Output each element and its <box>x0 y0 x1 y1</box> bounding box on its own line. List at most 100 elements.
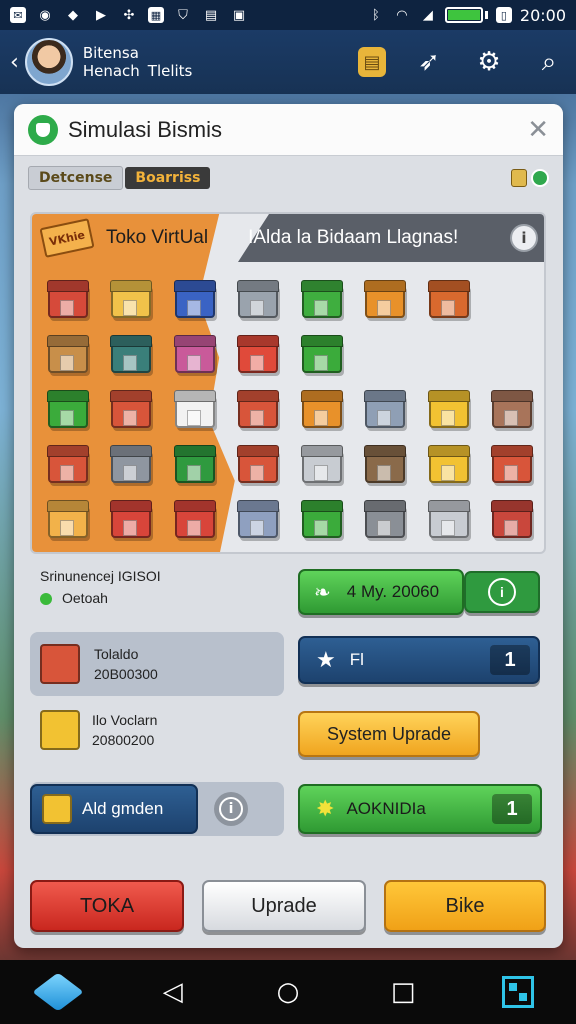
shop-icon <box>47 283 88 318</box>
machine-icon <box>111 449 152 484</box>
store-item-box[interactable] <box>40 497 96 546</box>
back-icon[interactable]: ◁ <box>153 972 193 1012</box>
fl-label: Fl <box>349 650 364 669</box>
store-info-button[interactable]: i <box>510 224 538 252</box>
van-icon <box>174 283 215 318</box>
stand-icon <box>365 283 406 318</box>
total-panel: Tolaldo 20B00300 <box>30 632 284 696</box>
house-icon <box>238 338 279 373</box>
crate-icon <box>47 393 88 428</box>
store-item-house[interactable] <box>231 331 287 380</box>
fl-count: 1 <box>490 645 530 675</box>
info-icon: i <box>488 578 516 606</box>
total-value: 20B00300 <box>94 666 158 682</box>
qr-icon[interactable] <box>498 972 538 1012</box>
store-item-basket[interactable] <box>421 276 477 325</box>
system-upgrade-button[interactable]: System Uprade <box>298 711 480 757</box>
store-title: Toko VirtUal <box>106 227 209 248</box>
stats-sub: Oetoah <box>62 590 108 606</box>
store-item-shop[interactable] <box>104 331 160 380</box>
store-item-crate[interactable] <box>485 386 541 435</box>
store-item-printer[interactable] <box>167 386 223 435</box>
store-item-house[interactable] <box>40 442 96 491</box>
search-icon[interactable]: ⌕ <box>532 45 566 79</box>
tab-business[interactable]: Boarriss <box>125 167 211 189</box>
gear-icon[interactable]: ⚙ <box>472 45 506 79</box>
store-item-van[interactable] <box>167 331 223 380</box>
cart-icon <box>365 449 406 484</box>
store-item-stand[interactable] <box>358 276 414 325</box>
user-subtitle: Henach <box>82 62 140 80</box>
store-item-trolley[interactable] <box>231 497 287 546</box>
add-garden-button[interactable]: Ald gmden <box>30 784 198 834</box>
store-item-car[interactable] <box>485 497 541 546</box>
store-item-trolley[interactable] <box>358 497 414 546</box>
grid-icon: ▦ <box>148 7 164 23</box>
store-item-shop[interactable] <box>104 386 160 435</box>
bike-button[interactable]: Bike <box>384 880 546 932</box>
store-item-truck[interactable] <box>104 497 160 546</box>
store-item-van[interactable] <box>167 276 223 325</box>
store-item-machine[interactable] <box>104 442 160 491</box>
store-item-box[interactable] <box>40 331 96 380</box>
store-item-truck[interactable] <box>294 276 350 325</box>
scroll-icon[interactable]: ▤ <box>358 47 386 77</box>
home-icon[interactable]: ○ <box>268 972 308 1012</box>
status-dot-icon <box>531 169 549 187</box>
store-item-crate[interactable] <box>40 386 96 435</box>
store-item-cart[interactable] <box>358 442 414 491</box>
shop-button[interactable]: TOKA <box>30 880 184 932</box>
store-icon <box>174 449 215 484</box>
dialog-header: Simulasi Bismis ✕ <box>14 104 563 156</box>
store-item-shop[interactable] <box>231 442 287 491</box>
sim-icon: ▯ <box>495 7 512 23</box>
garden-info-button[interactable]: i <box>214 792 248 826</box>
store-item-stall[interactable] <box>231 386 287 435</box>
trolley-icon <box>365 393 406 428</box>
basket-icon <box>428 449 469 484</box>
store-item-truck[interactable] <box>485 442 541 491</box>
store-item-trolley[interactable] <box>294 497 350 546</box>
store-item-basket[interactable] <box>421 442 477 491</box>
printer-icon: ▣ <box>232 7 246 23</box>
money-button[interactable]: ❧ 4 My. 20060 <box>298 569 464 615</box>
back-arrow-icon[interactable]: ‹ <box>10 50 19 75</box>
leaf-icon: ◆ <box>68 7 78 23</box>
store-item-truck[interactable] <box>294 331 350 380</box>
store-item-trolley[interactable] <box>358 386 414 435</box>
store-item-car[interactable] <box>421 497 477 546</box>
info-icon: i <box>219 797 243 821</box>
truck-icon <box>492 449 533 484</box>
store-item-store[interactable] <box>167 442 223 491</box>
vacation-title: Ilo Voclarn <box>92 712 158 728</box>
car-icon <box>301 449 342 484</box>
store-item-cart[interactable] <box>294 386 350 435</box>
clock: 20:00 <box>519 5 566 25</box>
rocket-icon[interactable]: ➶ <box>412 45 446 79</box>
store-banner: VKhie Toko VirtUal IAlda la Bidaam Llagn… <box>32 214 544 262</box>
store-item-basket[interactable] <box>421 386 477 435</box>
upgrade-button[interactable]: Uprade <box>202 880 366 932</box>
battery-icon <box>444 7 483 23</box>
aoknidia-button[interactable]: ✸ AOKNIDIa 1 <box>298 784 542 834</box>
store-item-shop[interactable] <box>40 276 96 325</box>
fl-button[interactable]: ★ Fl 1 <box>298 636 540 684</box>
store-item-car[interactable] <box>294 442 350 491</box>
stats-label: Srinunencej IGISOI <box>40 568 161 584</box>
recents-icon[interactable]: □ <box>383 972 423 1012</box>
store-item-truck[interactable] <box>104 276 160 325</box>
tab-details[interactable]: Detcense <box>28 166 124 190</box>
cart-icon <box>301 393 342 428</box>
store-item-machine[interactable] <box>231 276 287 325</box>
status-bar: ✉ ◉ ◆ ▶ ✣ ▦ ⛉ ▤ ▣ ᛒ ◠ ◢ ▯ 20:00 <box>0 0 576 30</box>
close-button[interactable]: ✕ <box>527 115 549 145</box>
crate-icon <box>492 393 533 428</box>
money-info-button[interactable]: i <box>464 571 540 613</box>
document-icon[interactable] <box>511 169 527 187</box>
machine-icon <box>238 283 279 318</box>
app-cube-icon[interactable] <box>31 972 84 1012</box>
avatar[interactable] <box>24 38 73 86</box>
system-nav-bar: ◁ ○ □ <box>0 960 576 1024</box>
store-item-truck[interactable] <box>167 497 223 546</box>
stall-icon <box>238 393 279 428</box>
